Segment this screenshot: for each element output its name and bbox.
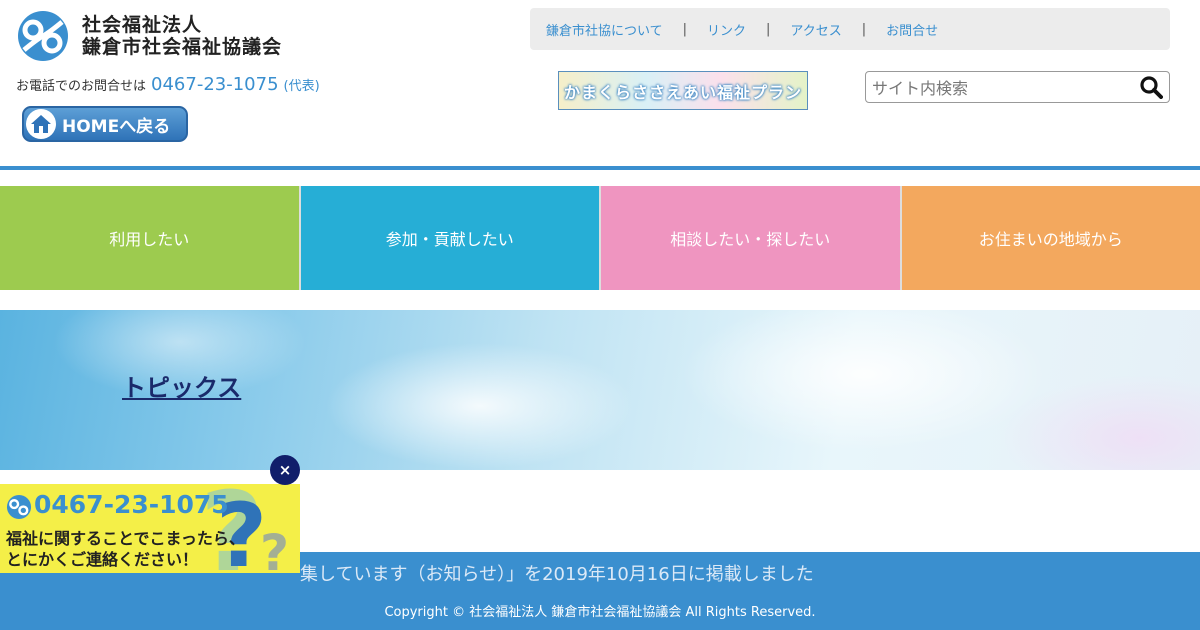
nav-link-contact[interactable]: お問合せ [886,20,938,39]
close-popup-button[interactable]: × [270,455,300,485]
svg-text:?: ? [260,524,289,573]
nav-separator: | [861,21,867,37]
site-logo[interactable]: 社会福祉法人 鎌倉市社会福祉協議会 [16,10,282,62]
search-icon[interactable] [1139,75,1163,103]
category-label: 相談したい・探したい [670,230,831,249]
home-button[interactable]: HOMEへ戻る [22,106,188,142]
content-peek: 集しています（お知らせ）」を2019年10月16日に掲載しました [300,552,1200,582]
phone-note: (代表) [283,79,320,94]
search-input[interactable] [870,73,1134,103]
banner-text: かまくらささえあい福祉プラン [563,82,802,102]
topic-text[interactable]: 集しています（お知らせ）」を2019年10月16日に掲載しました [300,560,814,582]
category-consult[interactable]: 相談したい・探したい [601,186,902,290]
category-area[interactable]: お住まいの地域から [901,186,1200,290]
org-title: 鎌倉市社会福祉協議会 [82,36,283,58]
phone-label: お電話でのお問合せは [16,79,147,94]
home-button-label: HOMEへ戻る [62,116,171,137]
category-label: お住まいの地域から [978,230,1123,249]
popup-phone: 0467-23-1075 [34,490,229,519]
org-logo-icon [6,494,32,520]
category-menu: 利用したい 参加・貢献したい 相談したい・探したい お住まいの地域から [0,186,1200,290]
popup-line2: とにかくご連絡ください！ [6,550,199,569]
site-search [865,71,1170,103]
category-label: 利用したい [109,230,190,249]
phone-contact: お電話でのお問合せは 0467-23-1075 (代表) [16,74,320,95]
category-label: 参加・貢献したい [385,230,514,249]
phone-number[interactable]: 0467-23-1075 [151,74,279,95]
org-logo-icon [18,11,68,61]
org-name: 社会福祉法人 鎌倉市社会福祉協議会 [82,14,282,58]
house-icon [26,109,56,139]
category-use[interactable]: 利用したい [0,186,301,290]
org-type: 社会福祉法人 [82,14,203,36]
page-title[interactable]: トピックス [122,368,241,403]
top-nav: 鎌倉市社協について | リンク | アクセス | お問合せ [530,8,1170,50]
nav-link-access[interactable]: アクセス [790,20,841,39]
category-participate[interactable]: 参加・貢献したい [300,186,601,290]
contact-popup[interactable]: ? ? ? 0467-23-1075 福祉に関することでこまったら、 とにかくご… [0,484,300,573]
nav-link-links[interactable]: リンク [707,20,746,39]
header-divider [0,166,1200,170]
nav-link-about[interactable]: 鎌倉市社協について [546,20,663,39]
nav-separator: | [682,21,688,37]
hero-banner: トピックス [0,310,1200,470]
nav-separator: | [766,21,771,37]
copyright: Copyright © 社会福祉法人 鎌倉市社会福祉協議会 All Rights… [384,605,816,620]
welfare-plan-banner[interactable]: かまくらささえあい福祉プラン [558,71,808,110]
